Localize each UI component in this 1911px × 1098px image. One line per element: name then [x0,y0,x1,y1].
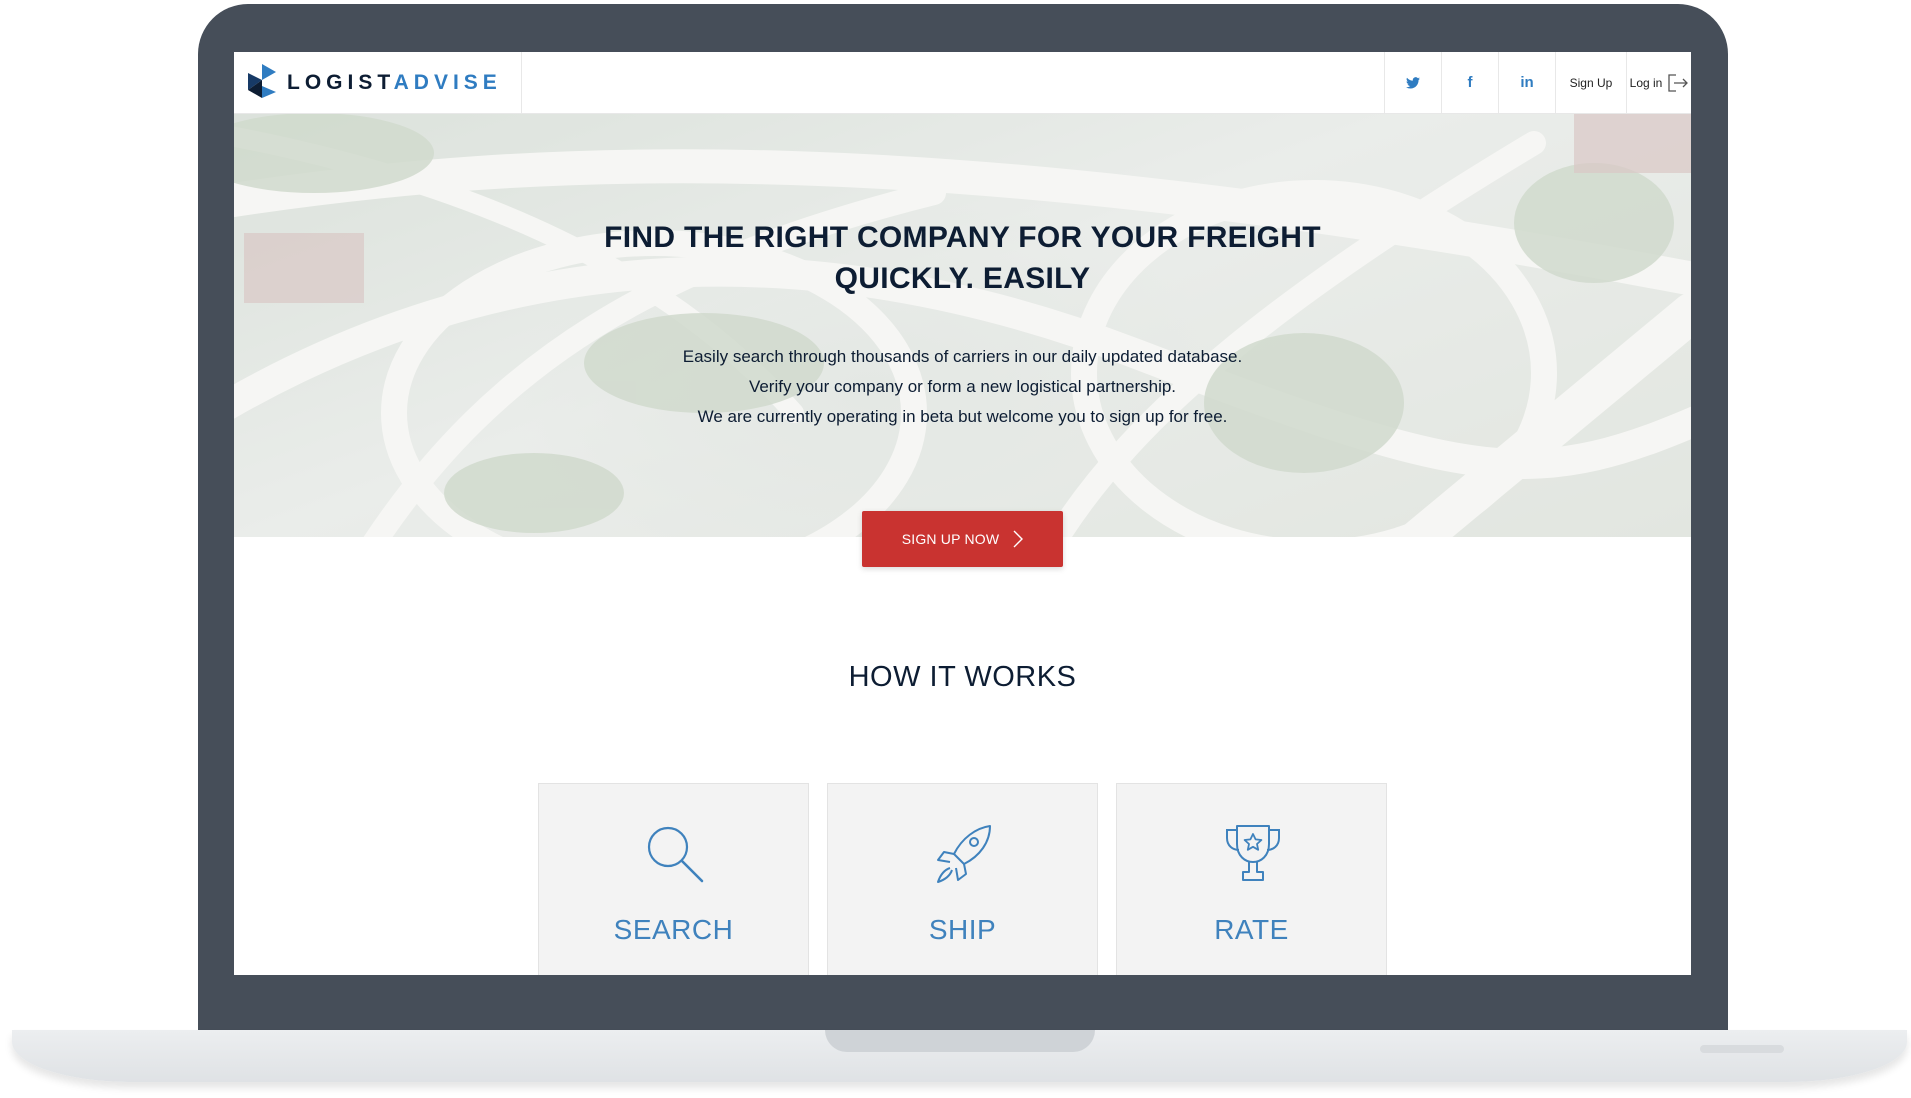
card-search[interactable]: SEARCH [538,783,809,975]
logout-arrow-icon [1668,73,1689,92]
logo-text: LOGISTADVISE [287,71,502,95]
twitter-icon [1406,76,1420,89]
card-label: SEARCH [613,914,734,945]
card-ship[interactable]: SHIP [827,783,1098,975]
search-icon [647,826,704,883]
linkedin-icon: in [1520,74,1534,91]
trophy-icon [1226,825,1280,881]
hero-title-line2: QUICKLY. EASILY [834,262,1091,295]
site-header: LOGISTADVISE f in Sign Up Log in [234,52,1691,114]
logo-mark-icon [248,64,276,98]
hero-section: FIND THE RIGHT COMPANY FOR YOUR FREIGHT … [234,113,1691,537]
hero-description-line: Easily search through thousands of carri… [682,347,1243,366]
hero-description-line: Verify your company or form a new logist… [748,377,1177,396]
login-label: Log in [1629,75,1663,90]
rocket-icon [937,825,991,883]
hero-description-line: We are currently operating in beta but w… [697,407,1228,426]
laptop-slot [1700,1045,1784,1053]
top-nav: f in Sign Up Log in [1384,52,1691,113]
signup-link[interactable]: Sign Up [1555,52,1626,113]
chevron-right-icon [1013,530,1024,548]
logo[interactable]: LOGISTADVISE [234,52,522,113]
card-label: SHIP [928,914,997,945]
facebook-link[interactable]: f [1441,52,1498,113]
how-it-works-heading: HOW IT WORKS [848,661,1077,693]
linkedin-link[interactable]: in [1498,52,1555,113]
signup-label: Sign Up [1569,75,1613,90]
browser-viewport: LOGISTADVISE f in Sign Up Log in FIND TH… [234,52,1691,975]
card-label: RATE [1214,914,1289,945]
twitter-link[interactable] [1384,52,1441,113]
laptop-notch [825,1030,1095,1052]
logo-text-part2: ADVISE [393,71,502,94]
facebook-icon: f [1467,74,1473,91]
login-link[interactable]: Log in [1626,52,1691,113]
sign-up-now-label: SIGN UP NOW [901,531,1000,547]
logo-text-part1: LOGIST [287,71,394,94]
sign-up-now-button[interactable]: SIGN UP NOW [862,511,1063,567]
hero-title: FIND THE RIGHT COMPANY FOR YOUR FREIGHT … [234,217,1691,299]
hero-description: Easily search through thousands of carri… [234,342,1691,432]
hero-title-line1: FIND THE RIGHT COMPANY FOR YOUR FREIGHT [604,221,1321,254]
card-rate[interactable]: RATE [1116,783,1387,975]
hero-overlay [234,113,1691,537]
